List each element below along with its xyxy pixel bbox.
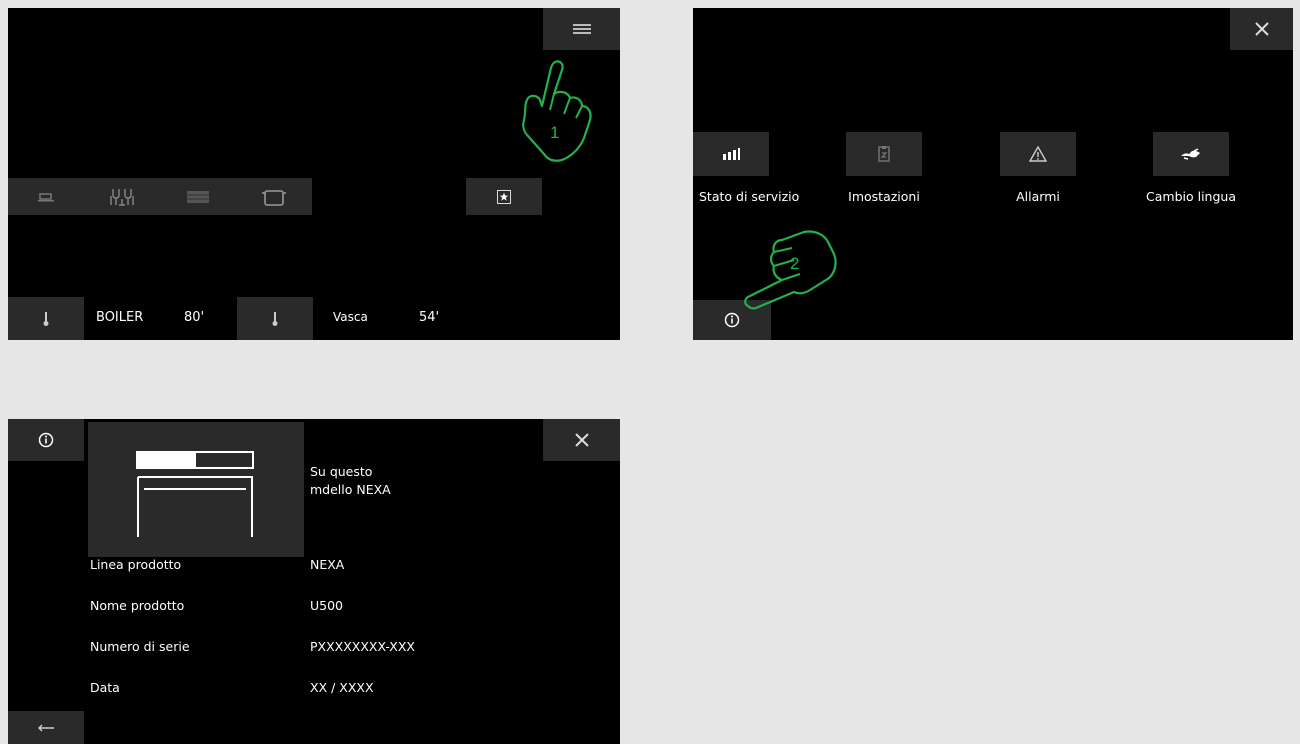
product-line-label: Linea prodotto (90, 557, 182, 572)
program-tray-button[interactable] (160, 178, 236, 215)
info-header-button (8, 419, 84, 461)
tank-thermometer-button[interactable] (237, 297, 313, 340)
dishwasher-icon (136, 451, 254, 537)
back-arrow-icon (38, 724, 54, 731)
info-screen: Su questo mdello NEXA Linea prodotto NEX… (8, 419, 620, 744)
warning-icon (1029, 146, 1047, 162)
alarms-label: Allarmi (1016, 189, 1060, 204)
favorites-button[interactable] (466, 178, 542, 215)
alarms-button[interactable] (1000, 132, 1076, 176)
settings-icon (878, 146, 890, 162)
tank-label: Vasca (333, 310, 368, 324)
close-icon (1254, 22, 1269, 36)
tap-hand-step-1-icon: 1 (522, 60, 592, 162)
program-pot-button[interactable] (236, 178, 312, 215)
language-icon (1181, 148, 1200, 160)
thermometer-icon (43, 311, 49, 326)
boiler-temperature: 80' (184, 310, 205, 325)
change-language-label: Cambio lingua (1146, 189, 1236, 204)
service-status-label: Stato di servizio (699, 189, 800, 204)
signal-bars-icon (723, 148, 740, 160)
cup-icon (38, 192, 54, 201)
close-button[interactable] (1230, 8, 1293, 50)
about-model-line-1: Su questo (310, 464, 373, 479)
menu-button[interactable] (543, 8, 620, 50)
back-button[interactable] (8, 711, 84, 744)
step-2-number: 2 (790, 254, 799, 273)
tank-temperature: 54' (419, 310, 440, 325)
close-button[interactable] (543, 419, 620, 461)
menu-icon (572, 24, 591, 34)
about-model-line-2: mdello NEXA (310, 482, 391, 497)
program-glasses-button[interactable] (84, 178, 160, 215)
tray-icon (187, 190, 209, 203)
tap-hand-step-2-icon: 2 (744, 230, 837, 310)
program-cup-button[interactable] (8, 178, 84, 215)
settings-label: Imostazioni (848, 189, 920, 204)
boiler-thermometer-button[interactable] (8, 297, 84, 340)
machine-image (88, 422, 304, 557)
boiler-label: BOILER (96, 310, 144, 325)
change-language-button[interactable] (1153, 132, 1229, 176)
service-status-button[interactable] (693, 132, 769, 176)
glasses-icon (110, 188, 134, 206)
step-1-number: 1 (550, 123, 559, 142)
favorite-star-icon (497, 189, 511, 204)
thermometer-icon (272, 311, 278, 326)
info-icon (724, 312, 740, 328)
product-name-label: Nome prodotto (90, 598, 185, 613)
close-icon (574, 433, 589, 447)
product-name-value: U500 (310, 598, 344, 613)
serial-number-label: Numero di serie (90, 639, 190, 654)
settings-button[interactable] (846, 132, 922, 176)
info-icon (38, 432, 54, 448)
date-value: XX / XXXX (310, 680, 374, 695)
product-line-value: NEXA (310, 557, 345, 572)
date-label: Data (90, 680, 120, 695)
pot-icon (262, 189, 286, 206)
serial-number-value: PXXXXXXXX-XXX (310, 639, 415, 654)
